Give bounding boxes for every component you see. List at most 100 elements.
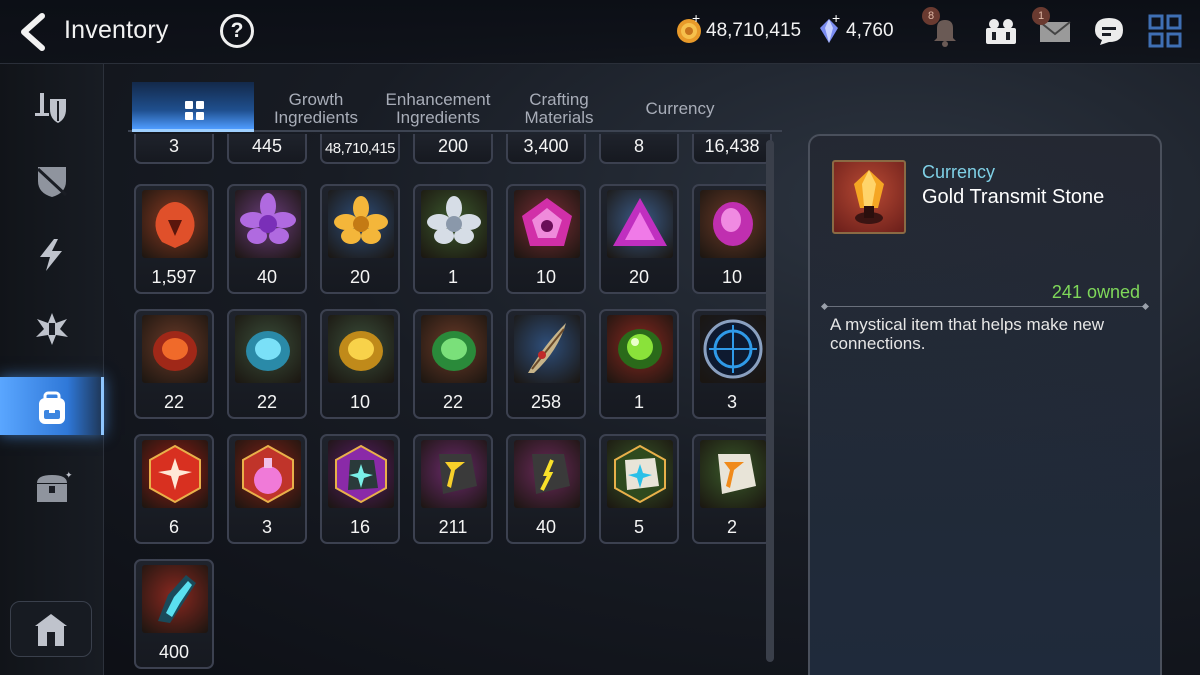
silver-flower-icon	[421, 190, 487, 258]
tab-currency[interactable]: Currency	[618, 82, 742, 132]
item-quantity: 3,400	[523, 136, 569, 156]
yellow-rune-stone-icon	[328, 315, 394, 383]
item-slot[interactable]: 6	[134, 434, 214, 544]
item-quantity: 16,438	[704, 136, 760, 156]
item-slot[interactable]: 3	[692, 309, 772, 419]
item-slot[interactable]: 8	[599, 134, 679, 164]
pink-potion-icon	[235, 440, 301, 508]
item-quantity: 22	[256, 392, 278, 412]
item-slot[interactable]: 211	[413, 434, 493, 544]
inventory-tabs: Growth Ingredients Enhancement Ingredients…	[128, 82, 782, 132]
item-quantity: 48,710,415	[324, 140, 396, 157]
item-quantity: 6	[168, 517, 179, 537]
mail-icon[interactable]: 1	[1032, 7, 1074, 50]
sidebar-item-equipment[interactable]	[0, 76, 104, 134]
burst-icon	[36, 313, 68, 345]
item-slot[interactable]: 16,438	[692, 134, 772, 164]
flame-rune-icon	[142, 190, 208, 258]
gold-transmit-stone-icon	[421, 440, 487, 508]
treasure-chest-icon: ✦	[37, 471, 72, 502]
category-sidebar: ✦	[0, 64, 104, 675]
item-quantity: 22	[163, 392, 185, 412]
item-slot[interactable]: 22	[413, 309, 493, 419]
item-slot[interactable]: 22	[227, 309, 307, 419]
tab-label: Ingredients	[395, 108, 481, 127]
red-star-stone-icon	[142, 440, 208, 508]
page-title: Inventory	[64, 16, 169, 44]
tab-enhancement-ingredients[interactable]: Enhancement Ingredients	[376, 82, 500, 132]
item-quantity: 40	[256, 267, 278, 287]
guild-hall-button[interactable]	[10, 601, 92, 657]
green-orb-icon	[607, 315, 673, 383]
item-slot[interactable]: 200	[413, 134, 493, 164]
item-slot[interactable]: 3,400	[506, 134, 586, 164]
item-quantity: 3	[168, 136, 179, 156]
item-quantity: 400	[158, 642, 190, 662]
notification-bell-icon[interactable]: 8	[922, 7, 964, 50]
feather-bundle-icon	[514, 315, 580, 383]
item-slot[interactable]: 258	[506, 309, 586, 419]
item-slot[interactable]: 16	[320, 434, 400, 544]
tab-growth-ingredients[interactable]: Growth Ingredients	[256, 82, 376, 132]
back-arrow-icon[interactable]	[16, 12, 52, 52]
item-slot[interactable]: 22	[134, 309, 214, 419]
item-slot[interactable]: 40	[227, 184, 307, 294]
tab-crafting-materials[interactable]: Crafting Materials	[500, 82, 618, 132]
blue-rune-stone-icon	[235, 315, 301, 383]
item-slot[interactable]: 1	[413, 184, 493, 294]
item-slot[interactable]: 10	[692, 184, 772, 294]
item-detail-panel: Currency Gold Transmit Stone 241 owned A…	[808, 134, 1162, 675]
sidebar-item-artifacts[interactable]	[0, 150, 104, 208]
item-quantity: 22	[442, 392, 464, 412]
notification-badge: 8	[922, 7, 940, 25]
sidebar-item-catalysts[interactable]	[0, 298, 104, 356]
tab-label: Currency	[645, 99, 715, 118]
blue-seal-icon	[700, 315, 766, 383]
white-star-stone-icon	[607, 440, 673, 508]
gold-transmit-stone-icon	[832, 160, 906, 234]
item-slot[interactable]: 1,597	[134, 184, 214, 294]
item-quantity: 200	[437, 136, 469, 156]
item-slot[interactable]: 445	[227, 134, 307, 164]
item-slot[interactable]: 3	[227, 434, 307, 544]
tab-label: Crafting	[529, 90, 589, 109]
divider	[824, 306, 1146, 307]
item-slot[interactable]: 48,710,415	[320, 134, 400, 164]
sidebar-item-materials[interactable]	[0, 224, 104, 282]
team-icon[interactable]	[982, 12, 1020, 50]
grid-icon	[185, 101, 205, 121]
sidebar-item-items[interactable]	[0, 377, 104, 435]
charm-stone-icon	[514, 440, 580, 508]
sidebar-item-storage[interactable]: ✦	[0, 456, 104, 514]
top-bar: Inventory ? + 48,710,415 + 4,760 8 1	[0, 0, 1200, 64]
item-slot[interactable]: 20	[599, 184, 679, 294]
item-slot[interactable]: 10	[320, 309, 400, 419]
item-slot[interactable]: 3	[134, 134, 214, 164]
item-slot[interactable]: 40	[506, 434, 586, 544]
item-quantity: 3	[261, 517, 272, 537]
menu-grid-icon[interactable]	[1146, 12, 1184, 50]
chat-icon[interactable]	[1090, 12, 1128, 50]
item-slot[interactable]: 2	[692, 434, 772, 544]
item-slot[interactable]: 20	[320, 184, 400, 294]
help-button[interactable]: ?	[220, 14, 254, 48]
item-slot[interactable]: 400	[134, 559, 214, 669]
item-quantity: 40	[535, 517, 557, 537]
plus-icon: +	[832, 10, 841, 26]
item-quantity: 1	[633, 392, 644, 412]
tab-label: Ingredients	[273, 108, 359, 127]
sword-shield-icon	[35, 93, 66, 123]
cyan-star-stone-icon	[328, 440, 394, 508]
orange-transmit-stone-icon	[700, 440, 766, 508]
item-slot[interactable]: 5	[599, 434, 679, 544]
item-quantity: 16	[349, 517, 371, 537]
item-slot[interactable]: 1	[599, 309, 679, 419]
item-quantity: 1,597	[151, 267, 197, 287]
item-quantity: 1	[447, 267, 458, 287]
tab-label: Enhancement	[385, 90, 491, 109]
item-quantity: 8	[633, 136, 644, 156]
lightning-icon	[40, 239, 62, 271]
item-slot[interactable]: 10	[506, 184, 586, 294]
grid-scrollbar[interactable]	[766, 140, 774, 662]
tab-all[interactable]	[132, 82, 254, 132]
